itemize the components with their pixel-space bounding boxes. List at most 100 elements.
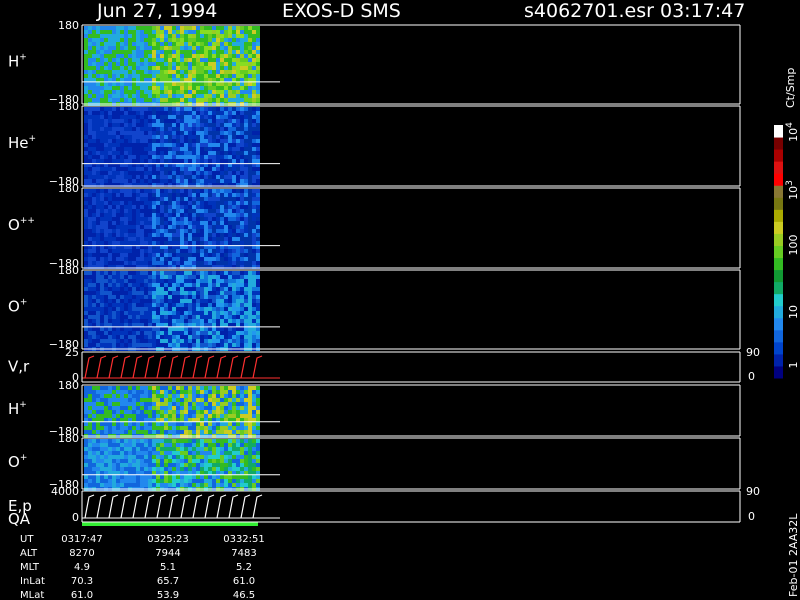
heatmap-cell	[96, 94, 100, 98]
heatmap-cell	[220, 74, 224, 78]
heatmap-cell	[104, 402, 108, 406]
heatmap-cell	[168, 386, 172, 390]
heatmap-cell	[172, 159, 176, 163]
heatmap-cell	[108, 205, 112, 209]
heatmap-cell	[192, 225, 196, 229]
heatmap-cell	[256, 386, 260, 390]
heatmap-cell	[100, 139, 104, 143]
heatmap-cell	[212, 253, 216, 257]
heatmap-cell	[172, 475, 176, 479]
heatmap-cell	[132, 213, 136, 217]
heatmap-cell	[128, 257, 132, 261]
heatmap-cell	[120, 86, 124, 90]
heatmap-cell	[220, 291, 224, 295]
heatmap-cell	[128, 463, 132, 467]
heatmap-cell	[152, 311, 156, 315]
heatmap-cell	[204, 147, 208, 151]
heatmap-cell	[192, 467, 196, 471]
heatmap-cell	[116, 98, 120, 102]
heatmap-cell	[156, 34, 160, 38]
heatmap-cell	[224, 46, 228, 50]
heatmap-cell	[88, 70, 92, 74]
heatmap-cell	[184, 335, 188, 339]
heatmap-cell	[184, 98, 188, 102]
heatmap-cell	[104, 119, 108, 123]
heatmap-cell	[92, 34, 96, 38]
heatmap-cell	[116, 402, 120, 406]
heatmap-cell	[140, 197, 144, 201]
heatmap-cell	[104, 455, 108, 459]
heatmap-cell	[228, 205, 232, 209]
heatmap-cell	[208, 131, 212, 135]
heatmap-cell	[136, 205, 140, 209]
heatmap-cell	[200, 410, 204, 414]
heatmap-cell	[84, 398, 88, 402]
heatmap-cell	[256, 189, 260, 193]
heatmap-cell	[156, 483, 160, 487]
heatmap-cell	[208, 58, 212, 62]
heatmap-cell	[132, 327, 136, 331]
heatmap-cell	[252, 119, 256, 123]
heatmap-cell	[164, 107, 168, 111]
heatmap-cell	[172, 139, 176, 143]
heatmap-cell	[248, 343, 252, 347]
heatmap-cell	[112, 139, 116, 143]
heatmap-cell	[108, 275, 112, 279]
heatmap-cell	[168, 331, 172, 335]
heatmap-cell	[92, 143, 96, 147]
heatmap-cell	[176, 131, 180, 135]
heatmap-cell	[156, 422, 160, 426]
heatmap-cell	[212, 394, 216, 398]
heatmap-cell	[128, 271, 132, 275]
heatmap-cell	[220, 123, 224, 127]
heatmap-cell	[116, 386, 120, 390]
heatmap-cell	[160, 443, 164, 447]
heatmap-cell	[252, 46, 256, 50]
heatmap-cell	[136, 50, 140, 54]
heatmap-cell	[236, 257, 240, 261]
heatmap-cell	[124, 139, 128, 143]
heatmap-cell	[168, 98, 172, 102]
heatmap-cell	[152, 98, 156, 102]
heatmap-cell	[172, 217, 176, 221]
heatmap-cell	[200, 398, 204, 402]
heatmap-cell	[96, 197, 100, 201]
heatmap-cell	[96, 279, 100, 283]
heatmap-cell	[216, 386, 220, 390]
heatmap-cell	[100, 291, 104, 295]
heatmap-cell	[140, 46, 144, 50]
heatmap-cell	[128, 398, 132, 402]
heatmap-cell	[84, 475, 88, 479]
heatmap-cell	[112, 479, 116, 483]
heatmap-cell	[168, 167, 172, 171]
heatmap-cell	[116, 311, 120, 315]
heatmap-cell	[164, 439, 168, 443]
heatmap-cell	[108, 463, 112, 467]
heatmap-cell	[212, 143, 216, 147]
heatmap-cell	[152, 42, 156, 46]
heatmap-cell	[156, 143, 160, 147]
heatmap-cell	[224, 119, 228, 123]
heatmap-cell	[188, 249, 192, 253]
heatmap-cell	[256, 111, 260, 115]
heatmap-cell	[180, 237, 184, 241]
heatmap-cell	[132, 155, 136, 159]
heatmap-cell	[252, 327, 256, 331]
heatmap-cell	[108, 147, 112, 151]
heatmap-cell	[212, 287, 216, 291]
heatmap-cell	[180, 201, 184, 205]
heatmap-cell	[176, 275, 180, 279]
heatmap-cell	[112, 107, 116, 111]
heatmap-cell	[156, 107, 160, 111]
heatmap-cell	[116, 139, 120, 143]
heatmap-cell	[228, 179, 232, 183]
heatmap-cell	[120, 30, 124, 34]
heatmap-cell	[120, 414, 124, 418]
heatmap-cell	[140, 390, 144, 394]
heatmap-cell	[168, 394, 172, 398]
heatmap-cell	[232, 151, 236, 155]
heatmap-cell	[228, 335, 232, 339]
heatmap-cell	[100, 30, 104, 34]
heatmap-cell	[220, 283, 224, 287]
heatmap-cell	[164, 327, 168, 331]
